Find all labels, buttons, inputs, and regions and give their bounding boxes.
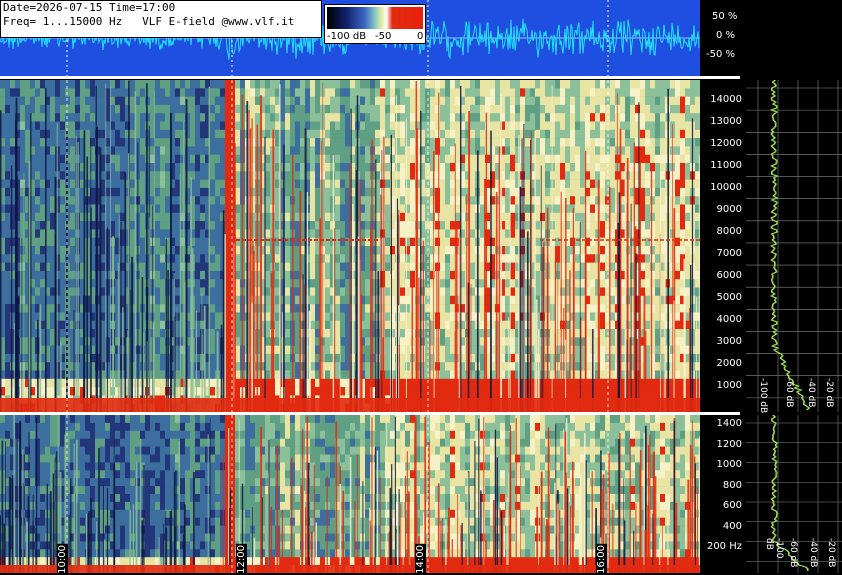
freq-label-low-1000: 1000 [698,459,742,470]
freq-range-label: Freq= 1...15000 Hz VLF E-field @www.vlf.… [1,15,321,29]
freq-label-14000: 14000 [698,94,742,105]
db-label-top-20: -20 dB [824,378,834,407]
freq-label-low-1200: 1200 [698,439,742,450]
date-time-label: Date=2026-07-15 Time=17:00 [1,1,321,15]
db-label-bottom-60: -60 dB [788,538,798,567]
scope-scale-0: 0 % [716,30,735,41]
db-label-top-60: -60 dB [784,378,794,407]
spectrogram-low-band-image [0,415,700,573]
time-tick-1400: 14:00 [415,544,426,575]
spectrogram-full-band-image [0,80,700,412]
spectrum-profile-full-band-plot [746,80,842,412]
time-tick-1000: 10:00 [57,544,68,575]
frequency-axis-full-band: 14000 13000 12000 11000 10000 9000 8000 7000 600… [700,80,746,412]
freq-label-4000: 4000 [698,314,742,325]
freq-label-2000: 2000 [698,358,742,369]
freq-label-10000: 10000 [698,182,742,193]
freq-label-1000: 1000 [698,380,742,391]
freq-label-5000: 5000 [698,292,742,303]
color-scale-max-label: 0 [417,31,423,42]
db-label-bottom-100: -100 dB [764,538,784,573]
freq-label-low-400: 400 [698,521,742,532]
freq-label-13000: 13000 [698,116,742,127]
freq-label-9000: 9000 [698,204,742,215]
db-label-top-100: -100 dB [758,378,768,413]
freq-label-low-1400: 1400 [698,418,742,429]
freq-label-3000: 3000 [698,336,742,347]
spectrogram-low-band [0,415,700,573]
color-scale-legend: -100 dB -50 0 [324,4,426,44]
spectrogram-full-band [0,80,700,412]
frequency-axis-low-band: 1400 1200 1000 800 600 400 200 Hz [700,415,746,573]
freq-label-low-600: 600 [698,500,742,511]
spectrum-profile-full-band [746,80,842,412]
scope-scale-50: 50 % [712,11,737,22]
separator-top [0,76,740,79]
freq-label-low-800: 800 [698,480,742,491]
freq-label-8000: 8000 [698,226,742,237]
freq-label-12000: 12000 [698,138,742,149]
freq-label-low-200-Hz: 200 Hz [698,541,742,552]
color-scale-gradient [327,7,423,29]
freq-label-6000: 6000 [698,270,742,281]
time-tick-1600: 16:00 [596,544,607,575]
color-scale-mid-label: -50 [375,31,391,42]
color-scale-min-label: -100 dB [327,31,366,42]
db-label-bottom-20: -20 dB [826,538,836,567]
freq-label-11000: 11000 [698,160,742,171]
scope-scale-minus50: -50 % [706,49,735,60]
db-label-top-40: -40 dB [806,378,816,407]
db-label-bottom-40: -40 dB [808,538,818,567]
header-info-box: Date=2026-07-15 Time=17:00 Freq= 1...150… [0,0,322,38]
time-tick-1200: 12:00 [236,544,247,575]
freq-label-7000: 7000 [698,248,742,259]
